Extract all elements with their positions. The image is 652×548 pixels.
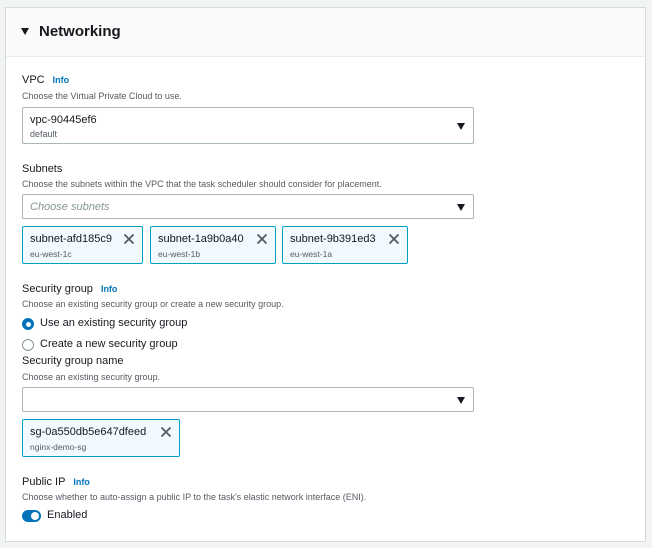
networking-header[interactable]: Networking [6, 8, 645, 57]
subnet-token-region: eu-west-1b [158, 249, 201, 259]
subnets-select[interactable]: Choose subnets [22, 194, 474, 219]
public-ip-description: Choose whether to auto-assign a public I… [22, 492, 367, 502]
dropdown-caret-icon [457, 396, 465, 404]
section-title: Networking [39, 23, 121, 40]
remove-icon[interactable] [388, 233, 400, 245]
subnet-token-region: eu-west-1a [290, 249, 333, 259]
radio-new-sg-label[interactable]: Create a new security group [40, 338, 178, 350]
subnet-token: subnet-afd185c9 eu-west-1c [22, 226, 143, 264]
subnet-token-name: subnet-1a9b0a40 [158, 233, 244, 245]
sg-name-label: Security group name [22, 355, 124, 367]
subnets-description: Choose the subnets within the VPC that t… [22, 179, 382, 189]
vpc-label: VPC [22, 74, 45, 86]
sg-token-name: sg-0a550db5e647dfeed [30, 426, 147, 438]
vpc-selected-value: vpc-90445ef6 [30, 114, 97, 126]
public-ip-label: Public IP [22, 476, 66, 488]
public-ip-info-link[interactable]: Info [73, 477, 90, 487]
subnet-token-name: subnet-9b391ed3 [290, 233, 376, 245]
sg-token-sub: nginx-demo-sg [30, 442, 87, 452]
caret-down-icon[interactable] [21, 28, 29, 35]
security-group-description: Choose an existing security group or cre… [22, 299, 284, 309]
vpc-selected-sub: default [30, 129, 58, 139]
security-group-info-link[interactable]: Info [101, 284, 118, 294]
sg-token: sg-0a550db5e647dfeed nginx-demo-sg [22, 419, 180, 457]
vpc-label-row: VPC Info [22, 74, 69, 86]
remove-icon[interactable] [160, 426, 172, 438]
dropdown-caret-icon [457, 203, 465, 211]
radio-existing-sg-label[interactable]: Use an existing security group [40, 317, 187, 329]
vpc-description: Choose the Virtual Private Cloud to use. [22, 91, 182, 101]
subnet-token-region: eu-west-1c [30, 249, 72, 259]
security-group-label-row: Security group Info [22, 283, 117, 295]
public-ip-toggle-label: Enabled [47, 509, 88, 521]
vpc-info-link[interactable]: Info [53, 75, 70, 85]
networking-panel: Networking [5, 7, 646, 542]
subnet-token-name: subnet-afd185c9 [30, 233, 112, 245]
public-ip-label-row: Public IP Info [22, 476, 90, 488]
subnets-label: Subnets [22, 163, 63, 175]
subnet-token: subnet-9b391ed3 eu-west-1a [282, 226, 408, 264]
public-ip-toggle[interactable] [22, 510, 41, 522]
vpc-select[interactable]: vpc-90445ef6 default [22, 107, 474, 144]
remove-icon[interactable] [123, 233, 135, 245]
sg-name-description: Choose an existing security group. [22, 372, 161, 382]
subnet-token: subnet-1a9b0a40 eu-west-1b [150, 226, 276, 264]
radio-new-sg[interactable] [22, 339, 34, 351]
security-group-label: Security group [22, 283, 93, 295]
dropdown-caret-icon [457, 122, 465, 130]
remove-icon[interactable] [256, 233, 268, 245]
subnets-placeholder: Choose subnets [30, 201, 110, 213]
sg-name-select[interactable] [22, 387, 474, 412]
radio-existing-sg[interactable] [22, 318, 34, 330]
